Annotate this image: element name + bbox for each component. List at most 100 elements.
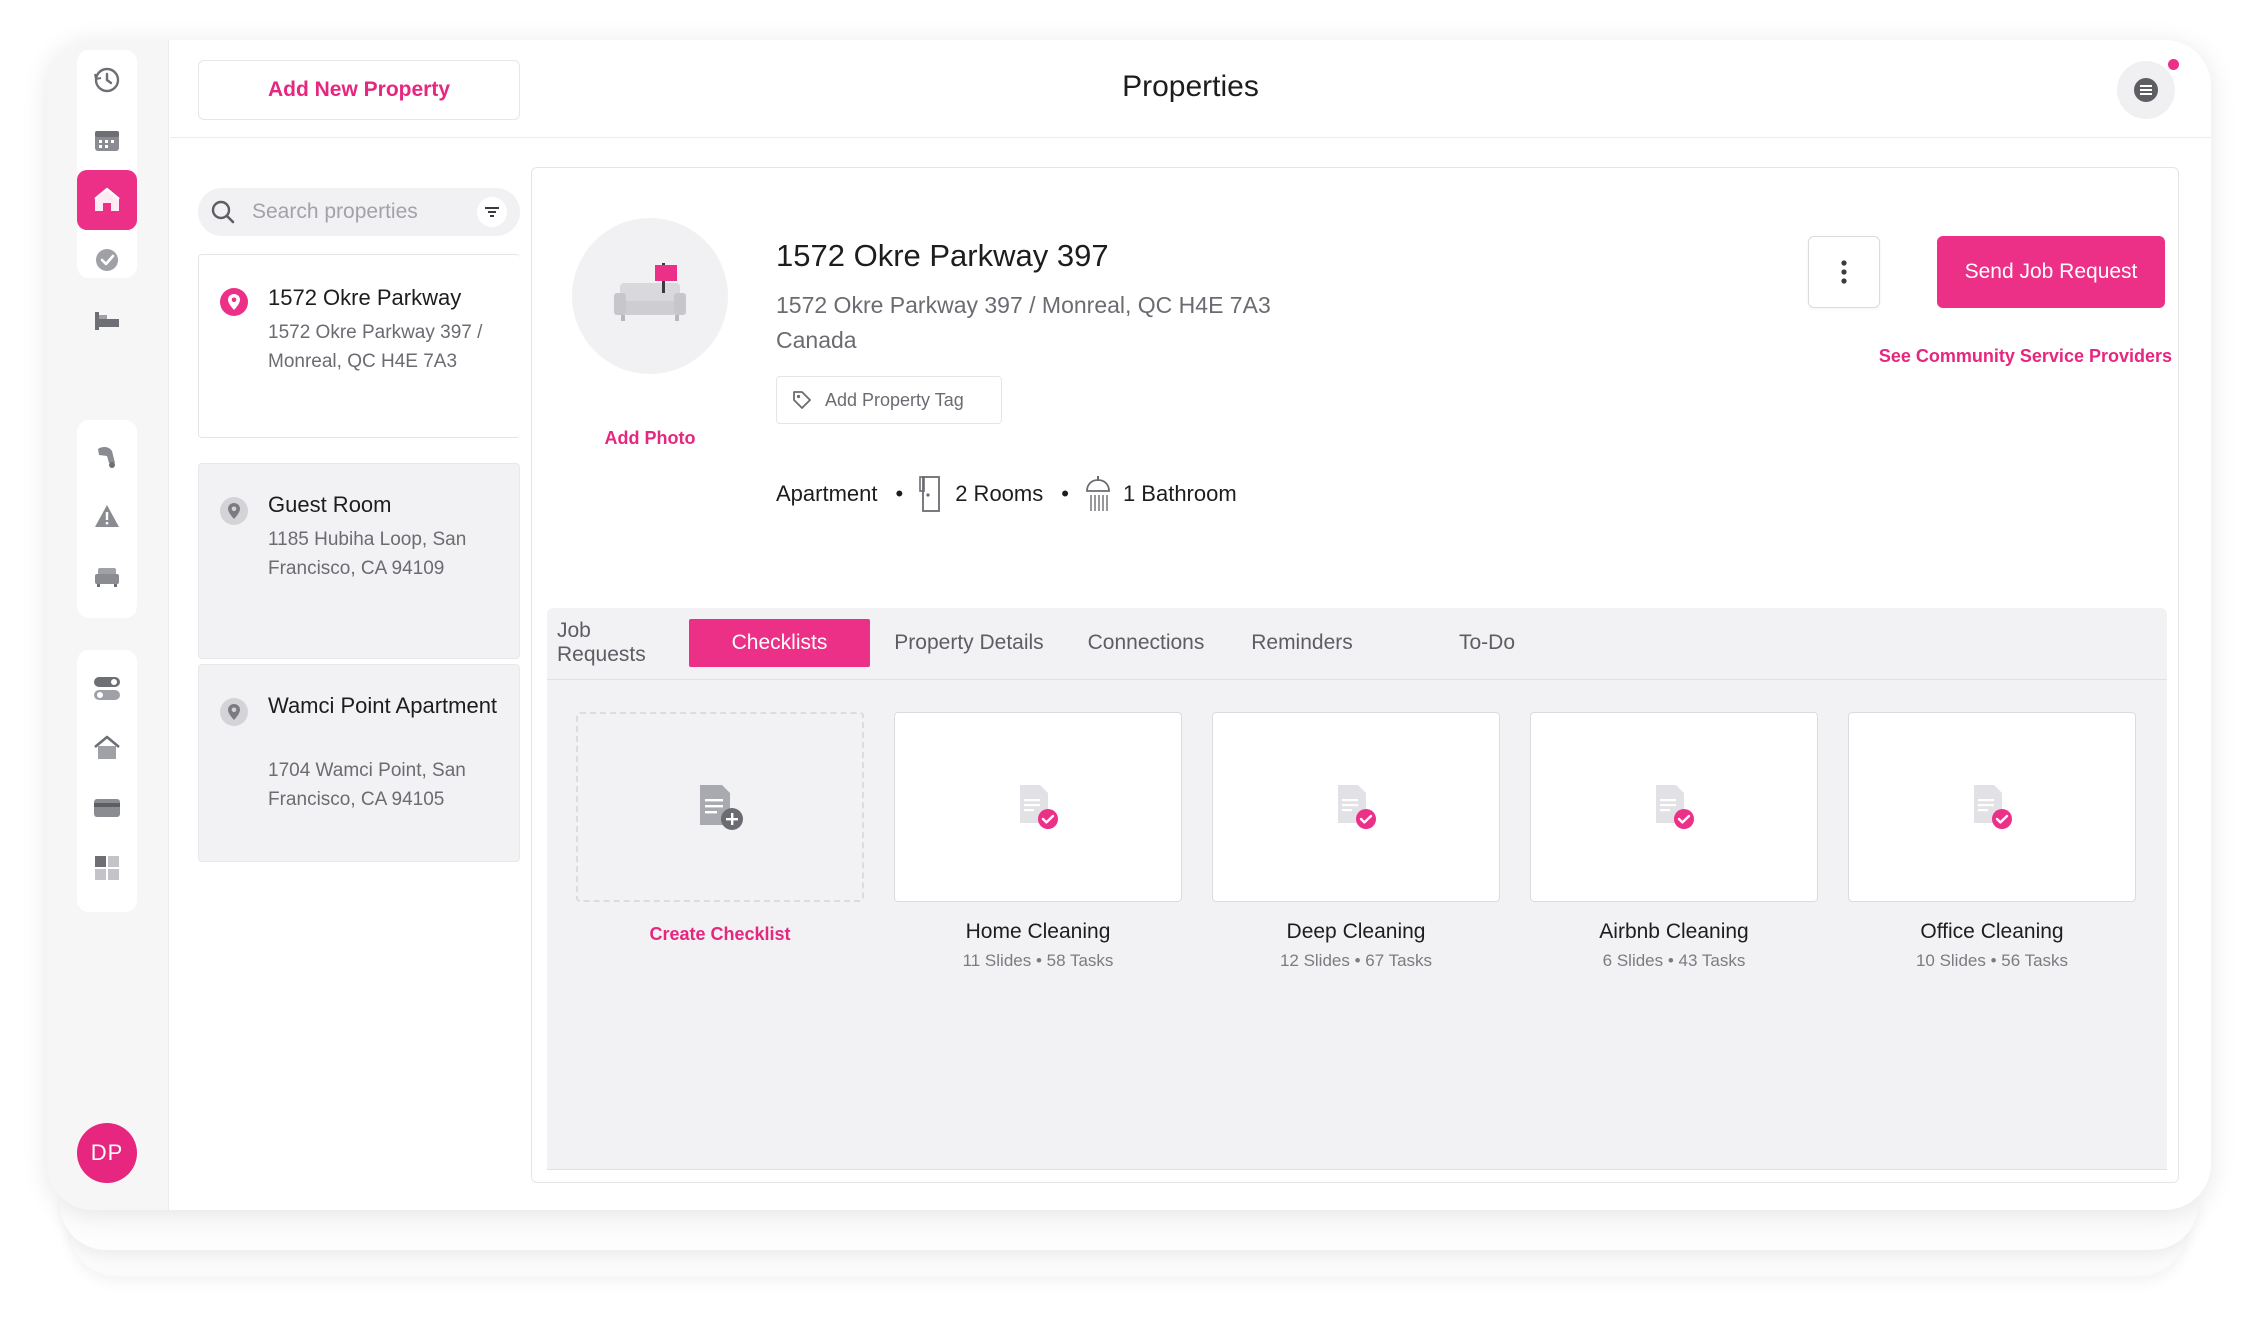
nav-group-secondary [77,420,137,618]
property-address: 1185 Hubiha Loop, San Francisco, CA 9410… [268,529,467,579]
notification-dot [2168,59,2179,70]
location-pin-icon [220,698,248,726]
address-line-2: Canada [776,327,857,353]
more-vertical-icon [1841,260,1847,284]
property-photo-placeholder[interactable] [572,218,728,374]
notifications-button[interactable] [2117,61,2175,119]
couch-icon [614,263,686,321]
bullet-separator: • [1061,481,1069,506]
checklist-name: Home Cleaning [965,920,1111,943]
create-checklist-label[interactable]: Create Checklist [576,924,864,945]
checklist-card[interactable] [1848,712,2136,902]
property-list-item[interactable]: Guest Room 1185 Hubiha Loop, San Francis… [198,463,520,659]
tab-checklists[interactable]: Checklists [689,619,870,667]
create-checklist-card[interactable] [576,712,864,902]
user-avatar[interactable]: DP [77,1123,137,1183]
property-title: 1572 Okre Parkway 397 [776,238,1109,273]
tab-connections[interactable]: Connections [1071,619,1221,667]
nav-billing[interactable] [77,778,137,838]
app-window: DP Properties Add New Property 1572 Okre… [47,40,2211,1210]
checklist-name: Office Cleaning [1920,920,2064,943]
property-list-item[interactable]: 1572 Okre Parkway 1572 Okre Parkway 397 … [198,254,520,438]
property-address: 1572 Okre Parkway 397 / Monreal, QC H4E … [268,322,483,372]
home-icon [94,187,120,211]
community-providers-link[interactable]: See Community Service Providers [1812,346,2172,367]
tab-job-requests[interactable]: Job Requests [557,619,677,667]
search-bar [198,188,520,236]
door-icon [919,476,941,512]
checklist-name: Airbnb Cleaning [1599,920,1749,943]
property-list-item[interactable]: Wamci Point Apartment 1704 Wamci Point, … [198,664,520,862]
location-pin-icon [220,288,248,316]
property-address: 1704 Wamci Point, San Francisco, CA 9410… [268,760,466,810]
checklist-stats: 12 Slides • 67 Tasks [1279,951,1433,970]
nav-beds[interactable] [77,290,137,350]
property-detail-panel: Add Photo 1572 Okre Parkway 397 1572 Okr… [531,167,2179,1183]
tab-to-do[interactable]: To-Do [1427,619,1547,667]
checklist-stats: 6 Slides • 43 Tasks [1602,951,1746,970]
checklist-card[interactable] [1212,712,1500,902]
avatar-initials: DP [90,1140,124,1165]
sofa-icon [95,568,119,587]
house-icon [94,735,120,759]
checklist-card[interactable] [1530,712,1818,902]
nav-properties[interactable] [77,170,137,230]
address-line-1: 1572 Okre Parkway 397 / Monreal, QC H4E … [776,292,1271,318]
checklist-document-icon [1020,785,1058,829]
filter-icon [485,207,499,217]
vacuum-icon [98,446,115,468]
menu-lines-icon [2134,78,2158,102]
property-name: Wamci Point Apartment [268,693,498,718]
nav-rail: DP [47,40,169,1210]
nav-dashboard[interactable] [77,838,137,898]
nav-group-settings [77,650,137,912]
search-icon [211,200,235,224]
location-pin-icon [220,497,248,525]
property-meta: Apartment • 2 Rooms • 1 Bathroom [776,474,1237,514]
credit-card-icon [94,799,120,817]
checklist-document-icon [1974,785,2012,829]
tabs-panel: Job Requests Checklists Property Details… [547,608,2167,1170]
property-name: Guest Room [268,492,392,517]
property-name: 1572 Okre Parkway [268,285,462,310]
nav-cleaning[interactable] [77,426,137,486]
checklist-document-icon [1656,785,1694,829]
send-job-request-button[interactable]: Send Job Request [1937,236,2165,308]
nav-history[interactable] [77,50,137,110]
bathroom-count: 1 Bathroom [1122,481,1237,506]
add-document-icon [700,785,743,830]
property-type: Apartment [776,481,878,506]
calendar-icon [95,131,119,151]
more-options-button[interactable] [1808,236,1880,308]
tab-bar: Job Requests Checklists Property Details… [547,608,2167,680]
add-property-tag-button[interactable]: Add Property Tag [776,376,1002,424]
warning-icon [95,505,119,527]
shower-icon [1086,476,1110,511]
add-photo-link[interactable]: Add Photo [572,428,728,449]
dashboard-icon [95,856,119,880]
checklist-stats: 11 Slides • 58 Tasks [962,951,1114,970]
nav-tasks[interactable] [77,230,137,290]
checklist-stats: 10 Slides • 56 Tasks [1915,951,2069,970]
check-circle-icon [96,249,118,271]
nav-integrations[interactable] [77,658,137,718]
history-icon [94,67,120,93]
nav-home-settings[interactable] [77,718,137,778]
bullet-separator: • [895,481,904,506]
nav-calendar[interactable] [77,110,137,170]
bed-icon [95,312,119,330]
filter-button[interactable] [477,197,507,227]
room-count: 2 Rooms [955,481,1044,506]
nav-inventory[interactable] [77,546,137,606]
property-full-address: 1572 Okre Parkway 397 / Monreal, QC H4E … [776,288,1336,358]
search-input[interactable] [252,200,462,224]
add-property-tag-label: Add Property Tag [825,389,964,410]
checklist-name: Deep Cleaning [1286,920,1426,943]
tab-property-details[interactable]: Property Details [877,619,1061,667]
tab-reminders[interactable]: Reminders [1227,619,1377,667]
add-new-property-button[interactable]: Add New Property [198,60,520,120]
toggle-icon [94,677,120,700]
nav-issues[interactable] [77,486,137,546]
tag-icon [793,391,811,409]
checklist-card[interactable] [894,712,1182,902]
